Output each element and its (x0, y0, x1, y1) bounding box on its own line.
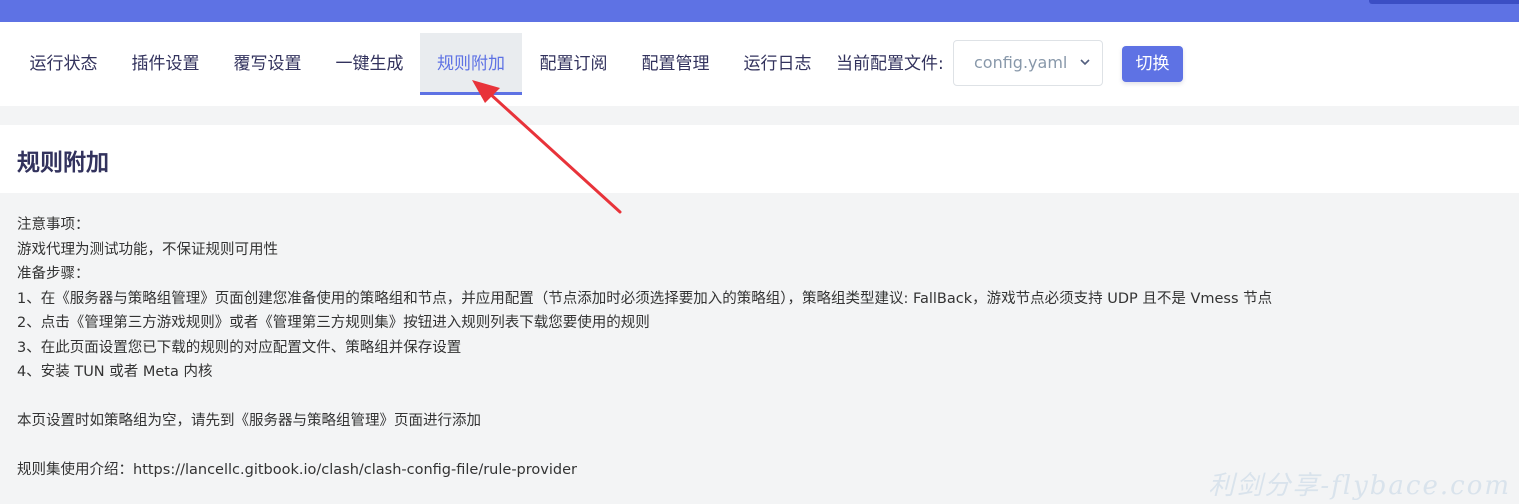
tab-override-settings[interactable]: 覆写设置 (220, 33, 315, 95)
page-title: 规则附加 (17, 150, 109, 176)
tab-config-subscribe[interactable]: 配置订阅 (526, 33, 621, 95)
tab-run-log[interactable]: 运行日志 (730, 33, 825, 95)
notes-content: 注意事项： 游戏代理为测试功能，不保证规则可用性 准备步骤： 1、在《服务器与策… (17, 213, 1497, 483)
top-corner-decoration (1369, 0, 1519, 4)
top-accent-bar (0, 0, 1519, 22)
notes-line: 游戏代理为测试功能，不保证规则可用性 (17, 241, 278, 258)
notes-line: 本页设置时如策略组为空，请先到《服务器与策略组管理》页面进行添加 (17, 413, 481, 429)
tab-navbar: 运行状态 插件设置 覆写设置 一键生成 规则附加 配置订阅 配置管理 运行日志 … (0, 22, 1519, 106)
notes-line: 注意事项： (17, 217, 90, 233)
watermark: 利剑分享-flybace.com (1208, 471, 1511, 501)
notes-line: 3、在此页面设置您已下载的规则的对应配置文件、策略组并保存设置 (17, 339, 462, 356)
tab-run-status[interactable]: 运行状态 (16, 33, 111, 95)
current-config-label: 当前配置文件: (836, 54, 944, 74)
switch-config-button[interactable]: 切换 (1122, 46, 1183, 82)
notes-line: 准备步骤： (17, 266, 90, 282)
config-file-select[interactable]: config.yaml (953, 40, 1103, 86)
notes-line: 4、安装 TUN 或者 Meta 内核 (17, 364, 213, 380)
page-header-card: 规则附加 (0, 125, 1519, 193)
tab-config-manage[interactable]: 配置管理 (628, 33, 723, 95)
notes-line: 2、点击《管理第三方游戏规则》或者《管理第三方规则集》按钮进入规则列表下载您要使… (17, 315, 650, 331)
config-file-select-value: config.yaml (974, 53, 1068, 72)
notes-line: 1、在《服务器与策略组管理》页面创建您准备使用的策略组和节点，并应用配置（节点添… (17, 290, 1273, 307)
tab-one-click-generate[interactable]: 一键生成 (322, 33, 417, 95)
tab-rule-append[interactable]: 规则附加 (420, 33, 522, 95)
tab-plugin-settings[interactable]: 插件设置 (118, 33, 213, 95)
chevron-down-icon (1080, 59, 1090, 66)
